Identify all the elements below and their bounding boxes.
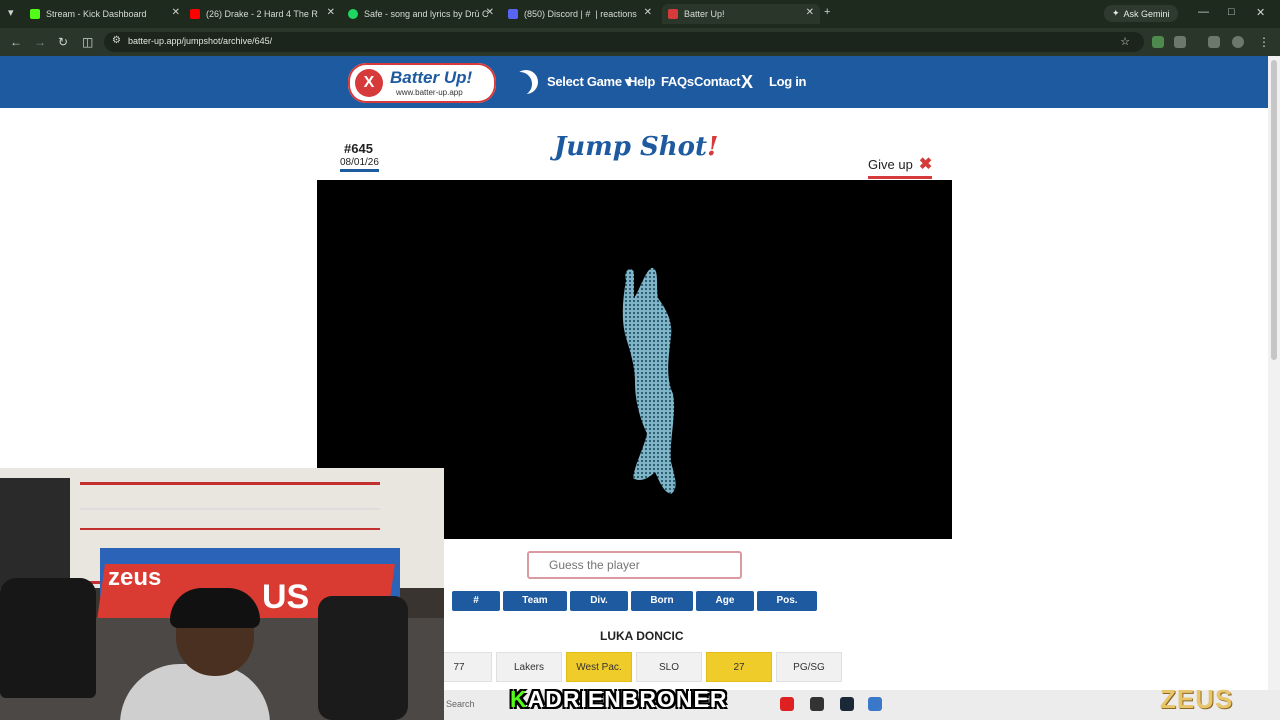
forward-icon[interactable]: → (34, 35, 46, 49)
give-up-button[interactable]: Give up ✖ (868, 154, 933, 179)
tab-title: (850) Discord | # | reactions (524, 9, 637, 19)
puzzle-date[interactable]: 08/01/26 (340, 157, 379, 172)
webcam-overlay: zeus US (0, 468, 444, 720)
app2-taskbar-icon[interactable] (868, 697, 882, 711)
tab-title: Stream - Kick Dashboard (46, 9, 147, 19)
streamer-hair (170, 588, 260, 628)
logo-ball-icon: X (355, 69, 383, 97)
logo-name: Batter Up! (390, 68, 473, 87)
site-info-icon[interactable]: ⚙ (112, 35, 121, 46)
nav-select-game[interactable]: Select Game ▾ (547, 74, 632, 90)
taskbar-search[interactable]: Search (446, 699, 475, 709)
gaming-chair-left (0, 578, 96, 698)
close-tab-icon[interactable]: ✕ (806, 7, 814, 18)
webcam-banner (0, 478, 70, 588)
nav-login[interactable]: Log in (769, 74, 806, 89)
close-tab-icon[interactable]: ✕ (644, 7, 652, 18)
browser-toolbar: ← → ↻ ◫ ⚙ batter-up.app/jumpshot/archive… (0, 28, 1280, 56)
column-header-division: Div. (570, 591, 628, 611)
guess-cell-division: West Pac. (566, 652, 632, 682)
batter-up-logo[interactable]: X Batter Up! www.batter-up.app (348, 63, 496, 103)
kick-favicon-icon (30, 9, 40, 19)
tab-title: Batter Up! (684, 9, 725, 19)
tab-batter-up[interactable]: Batter Up! ✕ (662, 4, 820, 24)
side-panel-icon[interactable]: ◫ (82, 35, 93, 49)
guess-cell-born: SLO (636, 652, 702, 682)
game-title: Jump Shot! (554, 132, 718, 162)
zeus-apron-text-2: US (262, 578, 310, 616)
zeus-watermark: ZEUS (1160, 684, 1234, 714)
guess-cell-position: PG/SG (776, 652, 842, 682)
close-tab-icon[interactable]: ✕ (486, 7, 494, 18)
back-icon[interactable]: ← (10, 35, 22, 49)
puzzle-number: #645 (344, 141, 373, 156)
nav-help[interactable]: Help (628, 74, 655, 89)
youtube-taskbar-icon[interactable] (780, 697, 794, 711)
gaming-chair-right (318, 596, 408, 720)
player-silhouette (622, 267, 676, 494)
app-taskbar-icon[interactable] (810, 697, 824, 711)
ask-gemini-label: Ask Gemini (1123, 8, 1170, 19)
new-tab-button[interactable]: + (824, 6, 830, 18)
streamer-name-overlay: KADRIENBRONER (510, 686, 727, 713)
extension-icon[interactable] (1152, 36, 1164, 48)
steam-taskbar-icon[interactable] (840, 697, 854, 711)
ask-gemini-button[interactable]: ✦ Ask Gemini (1104, 5, 1178, 22)
menu-icon[interactable]: ⋮ (1258, 35, 1270, 49)
tab-title: (26) Drake - 2 Hard 4 The R (206, 9, 318, 19)
tab-kick-dashboard[interactable]: Stream - Kick Dashboard ✕ (30, 4, 180, 24)
tab-spotify[interactable]: Safe - song and lyrics by Drū C ✕ (348, 4, 494, 24)
youtube-favicon-icon (190, 9, 200, 19)
boxing-ring-rope (80, 528, 380, 530)
discord-favicon-icon (508, 9, 518, 19)
column-header-team: Team (503, 591, 567, 611)
logo-url: www.batter-up.app (396, 88, 463, 97)
streamer-name: ADRIENBRONER (527, 686, 728, 712)
column-header-position: Pos. (757, 591, 817, 611)
nav-contact[interactable]: Contact (694, 74, 741, 89)
site-header: X Batter Up! www.batter-up.app Select Ga… (0, 56, 1268, 108)
game-title-bang: ! (706, 132, 719, 162)
close-tab-icon[interactable]: ✕ (172, 7, 180, 18)
browser-tab-bar: ▾ Stream - Kick Dashboard ✕ (26) Drake -… (0, 0, 1280, 28)
minimize-icon[interactable]: — (1198, 6, 1209, 18)
batter-up-favicon-icon (668, 9, 678, 19)
profile-avatar-icon[interactable] (1232, 36, 1244, 48)
game-title-text: Jump Shot (554, 132, 707, 162)
reload-icon[interactable]: ↻ (58, 35, 68, 49)
tab-search-icon[interactable]: ▾ (8, 6, 14, 19)
gemini-icon: ✦ (1112, 8, 1120, 18)
page-scrollbar[interactable] (1268, 56, 1280, 690)
bookmark-star-icon[interactable]: ☆ (1120, 35, 1130, 48)
boxing-ring-rope (80, 508, 380, 510)
column-header-number: # (452, 591, 500, 611)
spotify-favicon-icon (348, 9, 358, 19)
dark-mode-moon-icon[interactable] (508, 72, 532, 96)
downloads-icon[interactable] (1208, 36, 1220, 48)
column-header-born: Born (631, 591, 693, 611)
zeus-apron-text: zeus (108, 564, 162, 591)
guess-cell-age: 27 (706, 652, 772, 682)
tab-title: Safe - song and lyrics by Drū C (364, 9, 489, 19)
column-header-age: Age (696, 591, 754, 611)
url-text: batter-up.app/jumpshot/archive/645/ (128, 36, 273, 46)
guess-player-input[interactable] (527, 551, 742, 579)
scrollbar-thumb[interactable] (1271, 60, 1277, 360)
x-social-icon[interactable]: X (741, 72, 753, 93)
guessed-player-name: LUKA DONCIC (600, 629, 684, 643)
close-tab-icon[interactable]: ✕ (327, 7, 335, 18)
extensions-puzzle-icon[interactable] (1174, 36, 1186, 48)
maximize-icon[interactable]: □ (1228, 6, 1235, 18)
tab-youtube[interactable]: (26) Drake - 2 Hard 4 The R ✕ (190, 4, 335, 24)
nav-faqs[interactable]: FAQs (661, 74, 694, 89)
guess-cell-team: Lakers (496, 652, 562, 682)
give-up-x-icon: ✖ (918, 156, 933, 173)
kick-logo-icon: K (510, 686, 528, 712)
close-window-icon[interactable]: ✕ (1256, 6, 1265, 19)
tab-discord[interactable]: (850) Discord | # | reactions ✕ (508, 4, 652, 24)
give-up-label: Give up (868, 156, 913, 172)
address-bar[interactable]: ⚙ batter-up.app/jumpshot/archive/645/ ☆ (104, 32, 1144, 52)
